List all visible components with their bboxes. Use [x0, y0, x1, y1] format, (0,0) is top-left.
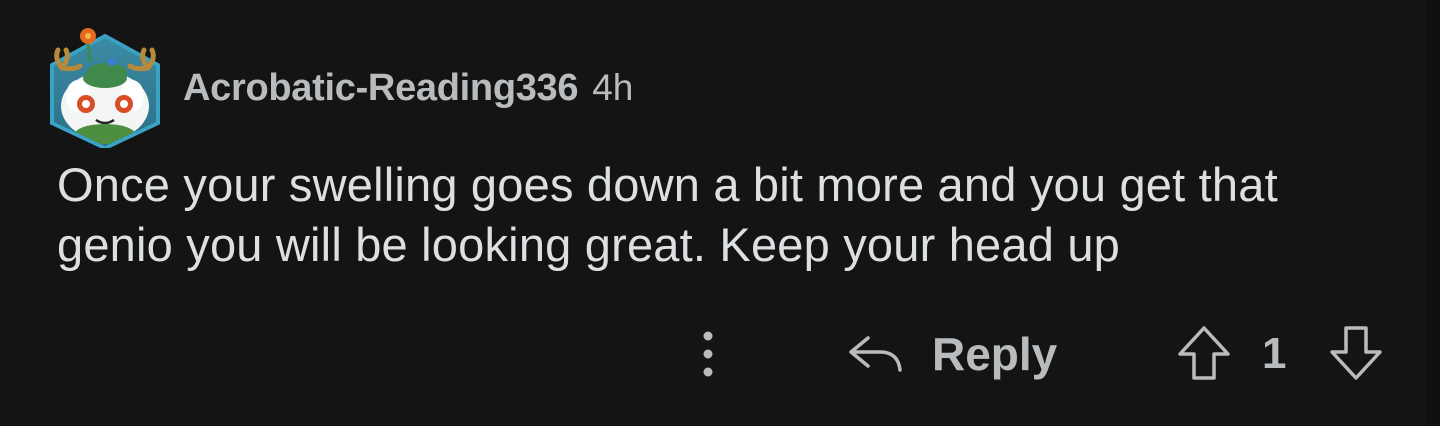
- kebab-menu-icon: [703, 331, 713, 377]
- comment-header: Acrobatic-Reading336 4h: [183, 62, 633, 114]
- downvote-arrow-icon: [1330, 326, 1382, 380]
- downvote-button[interactable]: [1328, 324, 1384, 382]
- upvote-arrow-icon: [1178, 326, 1230, 380]
- snoo-avatar-icon: [50, 28, 160, 151]
- vote-score: 1: [1262, 329, 1287, 378]
- comment: Acrobatic-Reading336 4h Once your swelli…: [0, 0, 1440, 426]
- comment-age: 4h: [592, 67, 634, 108]
- comment-actions: Reply 1: [0, 318, 1440, 388]
- more-options-button[interactable]: [688, 324, 728, 384]
- reply-arrow-icon: [849, 336, 902, 372]
- comment-body: Once your swelling goes down a bit more …: [57, 158, 1278, 271]
- author-username[interactable]: Acrobatic-Reading336: [183, 67, 579, 110]
- avatar[interactable]: [44, 22, 166, 151]
- reply-label: Reply: [932, 328, 1058, 380]
- scroll-edge: [1426, 0, 1440, 426]
- reply-button[interactable]: Reply: [846, 322, 1057, 386]
- upvote-button[interactable]: [1176, 324, 1232, 382]
